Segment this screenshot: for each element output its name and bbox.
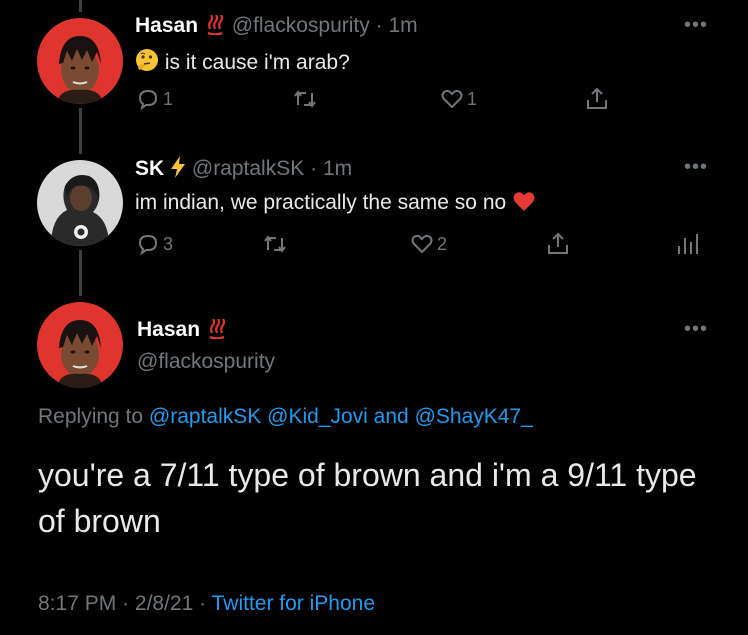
replying-prefix: Replying to [38, 405, 144, 428]
person-in-hoodie-avatar-icon [37, 160, 123, 246]
red-heart-icon [512, 190, 536, 218]
analytics-icon [678, 234, 698, 254]
retweet-button[interactable] [292, 87, 318, 111]
retweet-icon [294, 90, 316, 108]
avatar[interactable] [37, 160, 123, 246]
like-count: 1 [467, 88, 478, 109]
lightning-icon [170, 156, 186, 184]
relative-time[interactable]: 1m [388, 14, 417, 37]
tweet-timestamp: 8:17 PM · 2/8/21 · Twitter for iPhone [38, 592, 375, 616]
share-icon [587, 87, 607, 109]
replying-to-line: Replying to @raptalkSK @Kid_Jovi and @Sh… [38, 405, 533, 429]
more-options-icon[interactable]: ••• [684, 318, 708, 341]
thinking-face-icon [135, 48, 159, 78]
mention-link[interactable]: @raptalkSK [149, 405, 261, 428]
tweet-text-content: is it cause i'm arab? [164, 51, 350, 74]
thread-line-2 [79, 250, 82, 296]
tweet-text: you're a 7/11 type of brown and i'm a 9/… [38, 457, 697, 539]
retweet-icon [264, 235, 286, 253]
tweet-header: SK @raptalkSK · 1m [135, 156, 352, 184]
tweet-time[interactable]: 8:17 PM [38, 592, 116, 615]
tweet-header: Hasan @flackospurity · 1m [135, 14, 418, 41]
handle[interactable]: @flackospurity [137, 350, 275, 374]
mention-link[interactable]: @ShayK47_ [415, 405, 533, 428]
separator-dot: · [310, 157, 318, 180]
share-button[interactable] [584, 86, 610, 112]
share-icon [548, 232, 568, 254]
thread-line-1 [79, 108, 82, 154]
like-button[interactable]: 1 [440, 87, 477, 111]
reply-count: 3 [163, 233, 174, 254]
fire-icon [206, 318, 228, 345]
display-name[interactable]: SK [135, 157, 164, 180]
tweet-text-content: im indian, we practically the same so no [135, 191, 507, 214]
person-with-braids-avatar-icon [37, 302, 123, 388]
separator-dot: · [122, 592, 130, 615]
analytics-button[interactable] [676, 232, 698, 256]
relative-time[interactable]: 1m [323, 157, 352, 180]
client-link[interactable]: Twitter for iPhone [212, 592, 375, 615]
tweet-text: im indian, we practically the same so no [135, 190, 536, 218]
more-options-icon[interactable]: ••• [684, 14, 708, 37]
reply-count: 1 [163, 88, 174, 109]
heart-outline-icon [411, 234, 433, 254]
share-button[interactable] [545, 231, 571, 257]
more-options-icon[interactable]: ••• [684, 156, 708, 179]
reply-icon [138, 234, 158, 256]
display-name[interactable]: Hasan [137, 318, 200, 341]
mention-and[interactable]: and [374, 405, 409, 428]
heart-outline-icon [441, 89, 463, 109]
separator-dot: · [199, 592, 207, 615]
avatar[interactable] [37, 18, 123, 104]
thread-line-top [79, 0, 82, 12]
handle[interactable]: @flackospurity [232, 14, 370, 37]
display-name[interactable]: Hasan [135, 14, 198, 37]
retweet-button[interactable] [262, 232, 288, 256]
reply-button[interactable]: 3 [136, 232, 173, 256]
like-count: 2 [437, 233, 448, 254]
person-with-braids-avatar-icon [37, 18, 123, 104]
tweet-date[interactable]: 2/8/21 [135, 592, 193, 615]
handle[interactable]: @raptalkSK [192, 157, 304, 180]
separator-dot: · [375, 14, 383, 37]
reply-button[interactable]: 1 [136, 87, 173, 111]
reply-icon [138, 89, 158, 111]
mention-link[interactable]: @Kid_Jovi [267, 405, 368, 428]
tweet-header: Hasan [137, 318, 228, 345]
tweet-text: is it cause i'm arab? [135, 48, 350, 78]
like-button[interactable]: 2 [410, 232, 447, 256]
fire-icon [204, 14, 226, 41]
avatar[interactable] [37, 302, 123, 388]
